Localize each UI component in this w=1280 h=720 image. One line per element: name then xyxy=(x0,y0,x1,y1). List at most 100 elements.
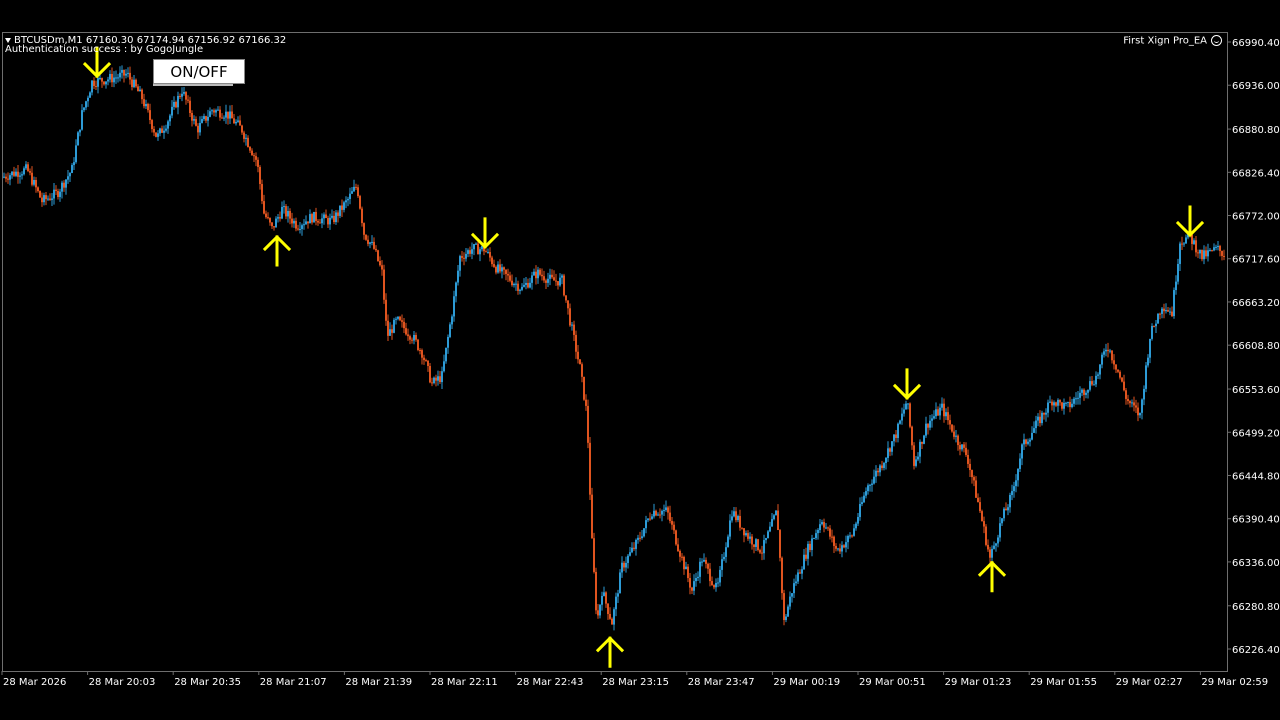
candle-body xyxy=(167,121,169,129)
candle-body xyxy=(195,119,197,126)
y-tick-label: 66553.60 xyxy=(1232,385,1280,396)
candle-body xyxy=(549,274,551,279)
candle-body xyxy=(223,117,225,119)
y-tick-label: 66663.20 xyxy=(1232,298,1280,309)
candle-body xyxy=(603,592,605,596)
candle-body xyxy=(741,527,743,529)
candle-body xyxy=(651,516,653,519)
candle-body xyxy=(1217,245,1219,247)
candle-body xyxy=(765,538,767,541)
candle-body xyxy=(307,221,309,224)
candle-body xyxy=(973,477,975,481)
candle-body xyxy=(143,99,145,107)
candle-body xyxy=(359,196,361,209)
candle-body xyxy=(727,536,729,548)
candle-body xyxy=(801,569,803,574)
candle-body xyxy=(893,434,895,442)
candle-body xyxy=(675,530,677,545)
candle-body xyxy=(815,533,817,539)
candle-body xyxy=(701,561,703,563)
candle-body xyxy=(1175,281,1177,291)
candle-body xyxy=(1119,371,1121,378)
candle-body xyxy=(821,522,823,525)
candle-body xyxy=(711,581,713,586)
candle-body xyxy=(917,456,919,460)
candle-body xyxy=(1193,240,1195,244)
candle-body xyxy=(571,324,573,326)
candle-body xyxy=(339,205,341,216)
candle-body xyxy=(833,536,835,546)
candle-body xyxy=(875,470,877,477)
candle-body xyxy=(635,539,637,549)
candle-body xyxy=(1203,250,1205,260)
x-tick-label: 29 Mar 00:51 xyxy=(859,677,926,688)
candle-body xyxy=(19,175,21,177)
candle-body xyxy=(255,156,257,160)
collapse-triangle-icon[interactable] xyxy=(5,37,11,43)
candle-body xyxy=(763,540,765,554)
candle-body xyxy=(509,275,511,281)
y-tick-label: 66499.20 xyxy=(1232,428,1280,439)
auth-status: Authentication success : by GogoJungle xyxy=(5,44,204,55)
candle-body xyxy=(395,318,397,320)
candle-body xyxy=(379,260,381,266)
candle-body xyxy=(1001,518,1003,524)
candle-body xyxy=(1065,402,1067,404)
candle-body xyxy=(1067,401,1069,403)
candle-body xyxy=(791,593,793,597)
candle-body xyxy=(189,100,191,114)
candle-body xyxy=(569,308,571,326)
candle-body xyxy=(65,179,67,188)
smiley-icon[interactable] xyxy=(1211,35,1222,46)
candle-body xyxy=(487,252,489,254)
candle-body xyxy=(799,572,801,574)
candle-body xyxy=(263,201,265,214)
candle-body xyxy=(521,286,523,290)
candle-body xyxy=(707,563,709,569)
sell-arrow-icon xyxy=(470,217,500,250)
candle-body xyxy=(39,191,41,198)
candle-body xyxy=(975,480,977,498)
candle-body xyxy=(1153,326,1155,328)
candle-body xyxy=(1053,402,1055,406)
candle-body xyxy=(439,376,441,383)
candle-body xyxy=(937,409,939,416)
candle-body xyxy=(789,596,791,607)
candle-body xyxy=(897,423,899,438)
y-tick-label: 66336.00 xyxy=(1232,558,1280,569)
candle-body xyxy=(389,329,391,336)
candle-body xyxy=(1223,255,1225,257)
candle-body xyxy=(1019,458,1021,469)
candle-body xyxy=(993,545,995,549)
candle-body xyxy=(283,206,285,208)
candle-body xyxy=(877,470,879,473)
candle-body xyxy=(125,73,127,76)
candle-body xyxy=(1111,350,1113,361)
price-chart[interactable]: 66990.40 66936.00 66880.80 66826.40 66772.00… xyxy=(0,0,1280,720)
candle-body xyxy=(99,78,101,80)
candle-body xyxy=(1099,364,1101,375)
candle-body xyxy=(709,568,711,582)
candle-body xyxy=(443,361,445,372)
candle-body xyxy=(93,80,95,86)
candle-body xyxy=(435,377,437,381)
candle-body xyxy=(1137,407,1139,416)
candle-body xyxy=(887,448,889,458)
candle-body xyxy=(1023,439,1025,445)
candle-body xyxy=(407,334,409,337)
candle-body xyxy=(715,583,717,588)
candle-body xyxy=(853,528,855,536)
candle-body xyxy=(1171,311,1173,317)
expert-advisor-label: First Xign Pro_EA xyxy=(1123,35,1222,47)
candle-body xyxy=(813,538,815,540)
onoff-button[interactable]: ON/OFF xyxy=(153,59,245,84)
candle-body xyxy=(183,92,185,94)
candle-body xyxy=(595,571,597,611)
candle-body xyxy=(317,220,319,223)
candle-body xyxy=(829,528,831,537)
candle-body xyxy=(935,409,937,417)
candle-body xyxy=(149,110,151,121)
candle-body xyxy=(1199,249,1201,254)
candle-body xyxy=(989,549,991,558)
candle-body xyxy=(629,552,631,556)
